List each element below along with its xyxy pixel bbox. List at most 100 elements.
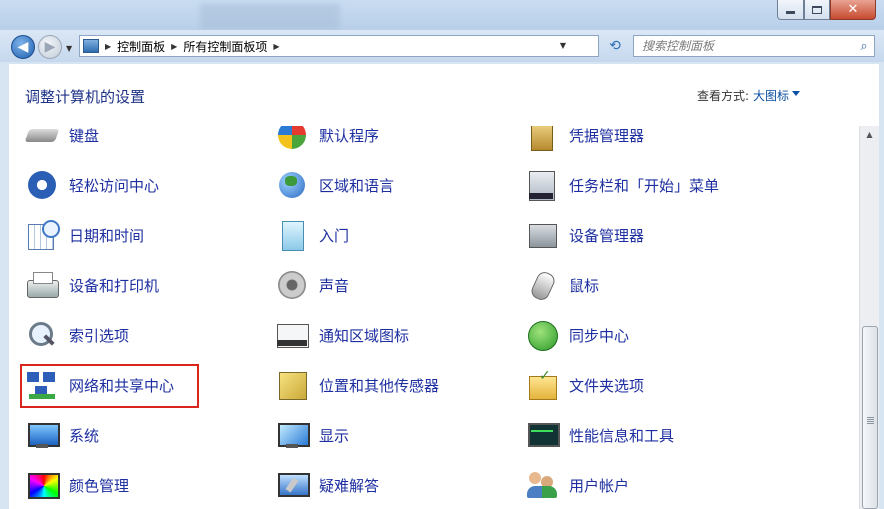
item-device-manager[interactable]: 设备管理器 xyxy=(525,210,765,260)
close-button[interactable]: ✕ xyxy=(830,0,876,20)
breadcrumb-control-panel[interactable]: 控制面板 xyxy=(117,38,165,55)
back-button[interactable]: ◀ xyxy=(11,35,35,59)
item-label: 凭据管理器 xyxy=(569,126,645,145)
search-box: ⌕ xyxy=(633,35,875,57)
item-notification-area[interactable]: 通知区域图标 xyxy=(275,310,515,360)
item-label: 区域和语言 xyxy=(319,176,395,195)
item-sync-center[interactable]: 同步中心 xyxy=(525,310,765,360)
item-label: 日期和时间 xyxy=(69,226,145,245)
item-label: 文件夹选项 xyxy=(569,376,645,395)
item-devices-printers[interactable]: 设备和打印机 xyxy=(25,260,265,310)
page-title: 调整计算机的设置 xyxy=(25,88,146,106)
sound-icon xyxy=(275,268,309,302)
grip-icon xyxy=(867,417,874,424)
refresh-icon: ⟲ xyxy=(609,38,621,54)
breadcrumb-separator-icon[interactable]: ▶ xyxy=(171,42,177,51)
item-label: 位置和其他传感器 xyxy=(319,376,440,395)
item-getting-started[interactable]: 入门 xyxy=(275,210,515,260)
breadcrumb-separator-icon[interactable]: ▶ xyxy=(105,42,111,51)
item-label: 颜色管理 xyxy=(69,476,130,495)
item-user-accounts[interactable]: 用户帐户 xyxy=(525,460,765,509)
item-label: 默认程序 xyxy=(319,126,380,145)
item-label: 同步中心 xyxy=(569,326,630,345)
view-by-dropdown[interactable]: 大图标 xyxy=(753,87,789,104)
item-indexing-options[interactable]: 索引选项 xyxy=(25,310,265,360)
breadcrumb-all-items[interactable]: 所有控制面板项 xyxy=(183,38,267,55)
system-icon xyxy=(25,418,60,452)
troubleshooting-icon xyxy=(275,468,310,502)
forward-arrow-icon: ▶ xyxy=(44,39,56,55)
taskbar-start-menu-icon xyxy=(525,168,559,202)
scroll-up-arrow-icon[interactable]: ▲ xyxy=(860,126,879,143)
forward-button[interactable]: ▶ xyxy=(38,35,62,59)
item-region-language[interactable]: 区域和语言 xyxy=(275,160,515,210)
breadcrumb-separator-icon[interactable]: ▶ xyxy=(273,42,279,51)
control-panel-items: 键盘 默认程序 凭据管理器 轻松访问中心 区域和语言 任务栏和「开始」菜单 日期… xyxy=(9,126,859,509)
user-accounts-icon xyxy=(525,468,559,502)
item-label: 性能信息和工具 xyxy=(569,426,675,445)
item-label: 任务栏和「开始」菜单 xyxy=(569,176,720,195)
date-time-icon xyxy=(25,218,60,252)
region-language-icon xyxy=(275,168,309,202)
vertical-scrollbar[interactable]: ▲ xyxy=(859,126,879,509)
getting-started-icon xyxy=(275,218,309,252)
item-label: 设备管理器 xyxy=(569,226,645,245)
item-ease-of-access[interactable]: 轻松访问中心 xyxy=(25,160,265,210)
mouse-icon xyxy=(525,268,559,302)
item-mouse[interactable]: 鼠标 xyxy=(525,260,765,310)
address-bar[interactable]: ▶ 控制面板 ▶ 所有控制面板项 ▶ ▼ xyxy=(79,35,599,57)
item-label: 疑难解答 xyxy=(319,476,380,495)
address-dropdown-icon[interactable]: ▼ xyxy=(560,41,566,50)
keyboard-icon xyxy=(25,126,59,152)
maximize-button[interactable] xyxy=(804,0,830,20)
sync-center-icon xyxy=(525,318,559,352)
item-sound[interactable]: 声音 xyxy=(275,260,515,310)
item-keyboard[interactable]: 键盘 xyxy=(25,126,265,160)
item-label: 用户帐户 xyxy=(569,476,630,495)
recent-pages-dropdown-icon[interactable]: ▼ xyxy=(66,44,72,53)
item-system[interactable]: 系统 xyxy=(25,410,265,460)
item-location-sensors[interactable]: 位置和其他传感器 xyxy=(275,360,515,410)
item-display[interactable]: 显示 xyxy=(275,410,515,460)
scrollbar-thumb[interactable] xyxy=(862,326,878,509)
folder-options-icon xyxy=(525,368,559,402)
item-color-management[interactable]: 颜色管理 xyxy=(25,460,265,509)
item-label: 设备和打印机 xyxy=(69,276,160,295)
devices-printers-icon xyxy=(25,268,59,302)
device-manager-icon xyxy=(525,218,559,252)
minimize-icon xyxy=(786,11,795,14)
item-label: 系统 xyxy=(69,426,100,445)
content-area: 调整计算机的设置 查看方式: 大图标 键盘 默认程序 凭据管理器 轻松访问中心 … xyxy=(9,64,879,509)
item-performance[interactable]: 性能信息和工具 xyxy=(525,410,765,460)
item-label: 入门 xyxy=(319,226,350,245)
item-taskbar-start-menu[interactable]: 任务栏和「开始」菜单 xyxy=(525,160,765,210)
item-folder-options[interactable]: 文件夹选项 xyxy=(525,360,765,410)
credential-manager-icon xyxy=(525,126,559,152)
display-icon xyxy=(275,418,310,452)
title-bar-blur xyxy=(200,4,340,30)
item-date-time[interactable]: 日期和时间 xyxy=(25,210,265,260)
color-management-icon xyxy=(25,468,60,502)
ease-of-access-icon xyxy=(25,168,59,202)
item-label: 声音 xyxy=(319,276,350,295)
location-sensors-icon xyxy=(275,368,309,402)
item-label: 鼠标 xyxy=(569,276,600,295)
performance-icon xyxy=(525,418,560,452)
search-icon[interactable]: ⌕ xyxy=(854,39,874,54)
item-credential-manager[interactable]: 凭据管理器 xyxy=(525,126,765,160)
item-label: 索引选项 xyxy=(69,326,130,345)
item-default-programs[interactable]: 默认程序 xyxy=(275,126,515,160)
item-troubleshooting[interactable]: 疑难解答 xyxy=(275,460,515,509)
close-icon: ✕ xyxy=(847,2,859,17)
maximize-icon xyxy=(812,5,822,14)
refresh-button[interactable]: ⟲ xyxy=(602,35,628,57)
search-input[interactable] xyxy=(634,36,854,56)
chevron-down-icon[interactable] xyxy=(792,91,800,96)
navigation-bar: ◀ ▶ ▼ ▶ 控制面板 ▶ 所有控制面板项 ▶ ▼ ⟲ ⌕ xyxy=(0,30,884,62)
minimize-button[interactable] xyxy=(777,0,804,20)
item-label: 通知区域图标 xyxy=(319,326,410,345)
item-label: 轻松访问中心 xyxy=(69,176,160,195)
control-panel-icon xyxy=(83,39,99,53)
item-label: 显示 xyxy=(319,426,350,445)
back-arrow-icon: ◀ xyxy=(17,39,29,55)
